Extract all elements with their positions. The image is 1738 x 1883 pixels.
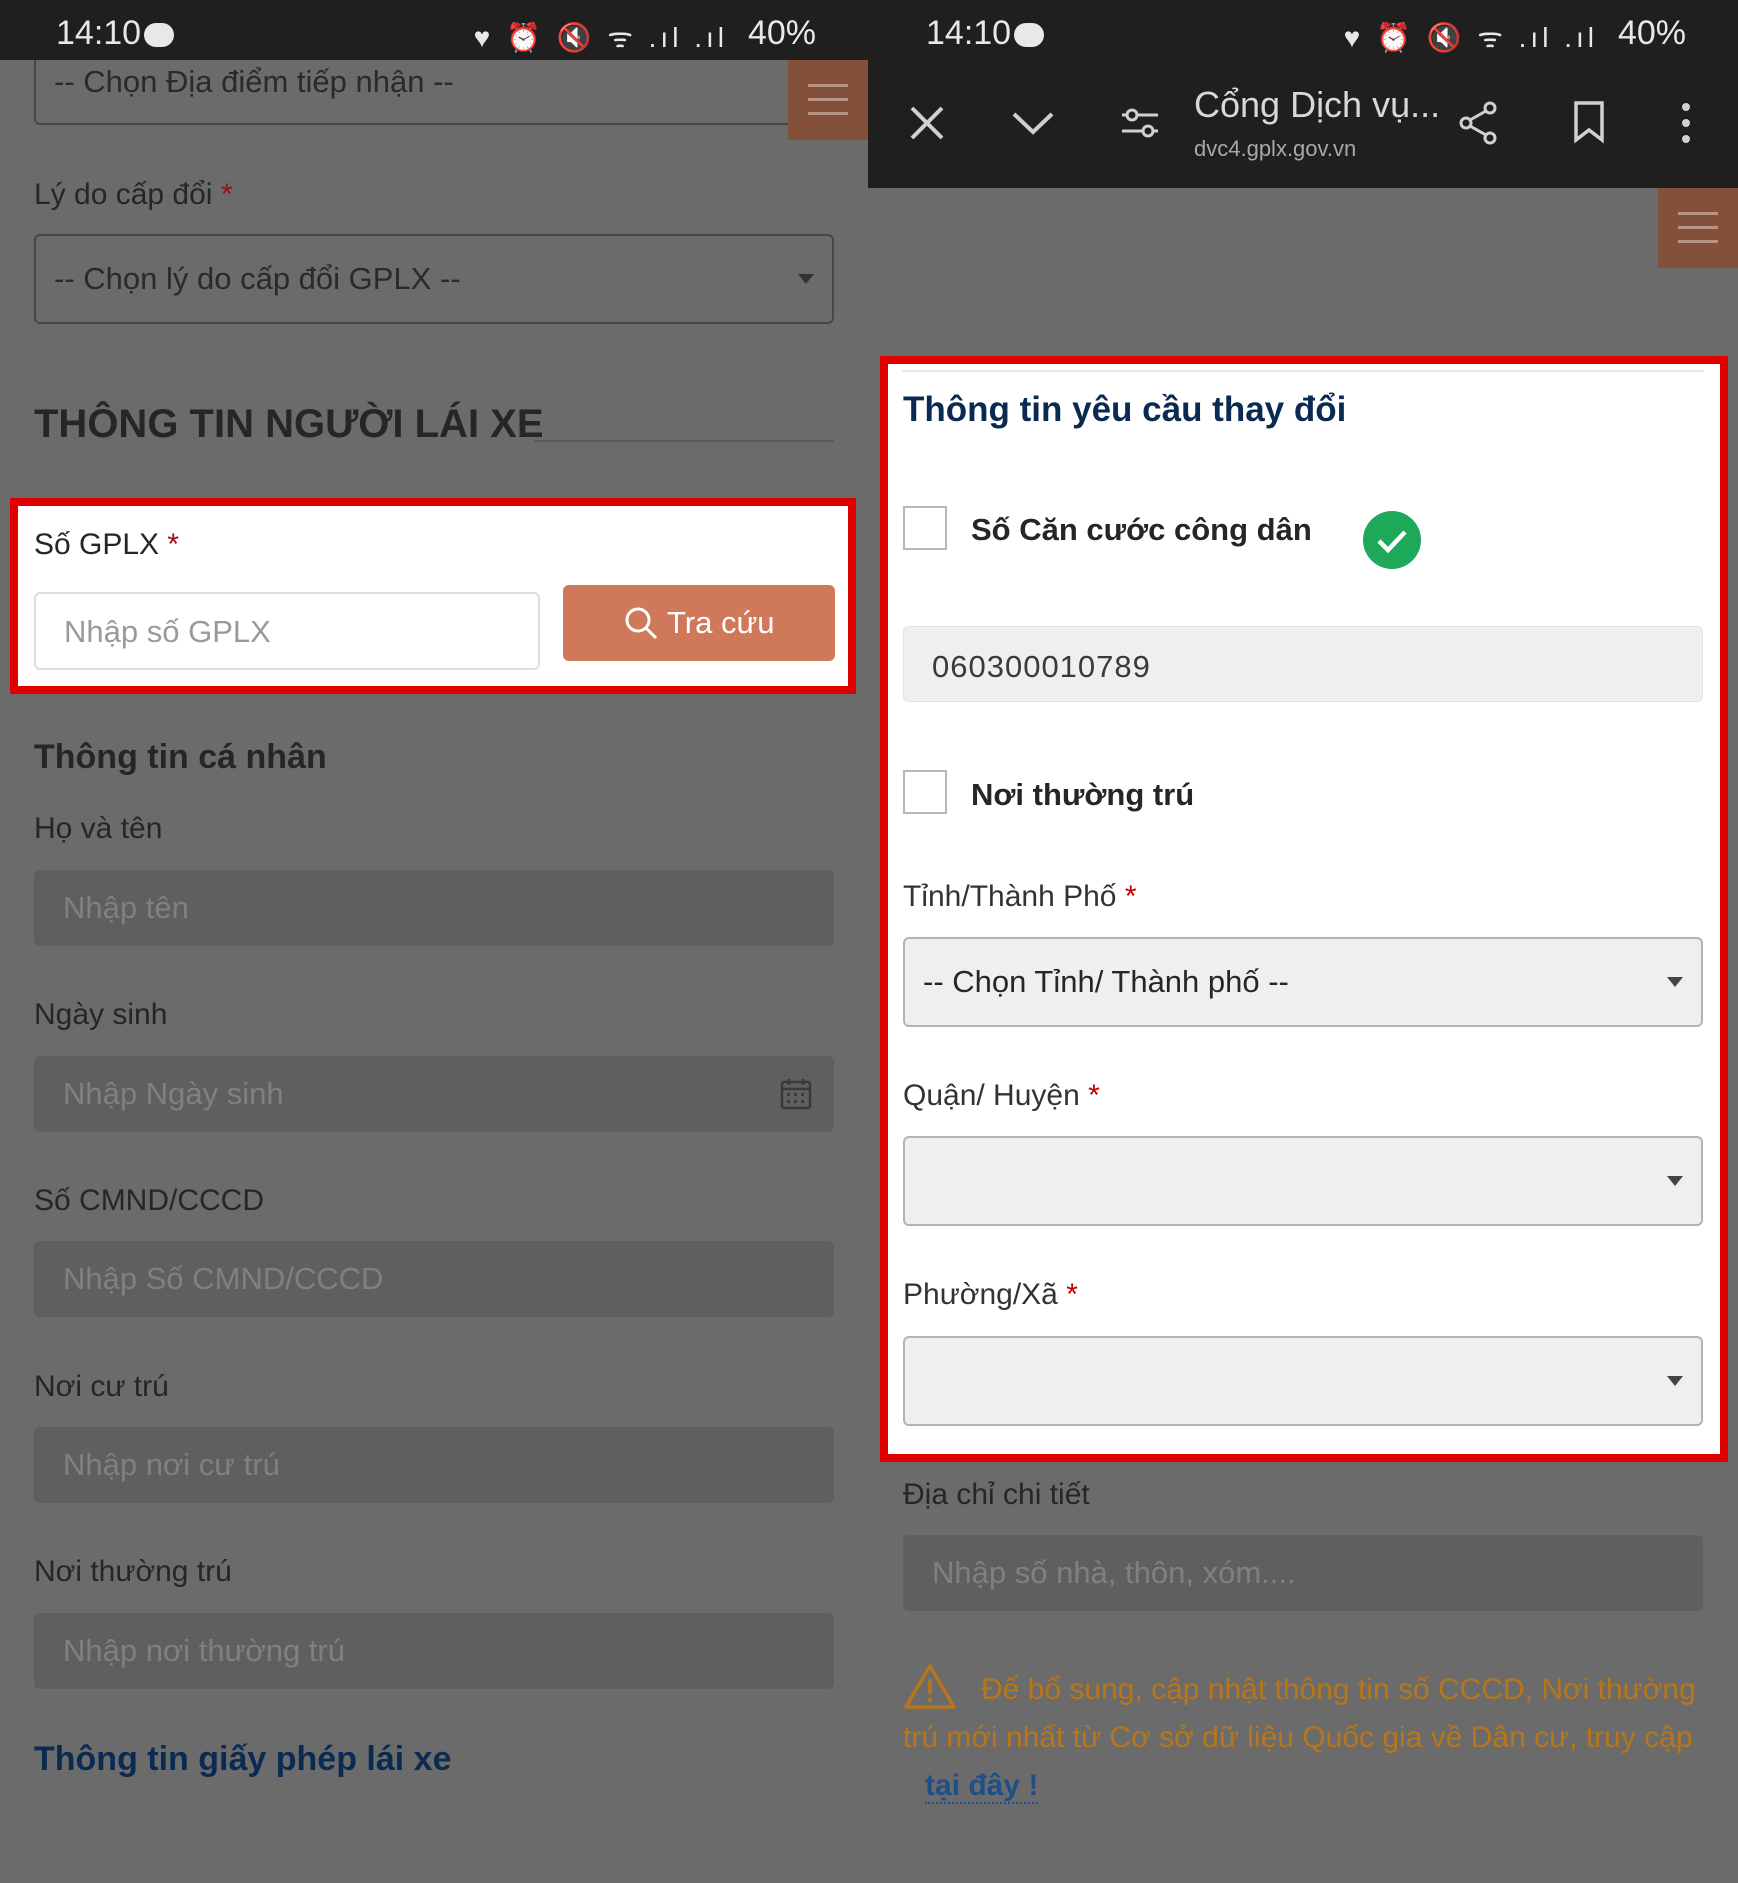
cccd-label: Số Căn cước công dân [971, 512, 1312, 547]
ward-select[interactable] [903, 1336, 1703, 1426]
district-label-text: Quận/ Huyện [903, 1079, 1080, 1112]
message-icon [1014, 23, 1044, 47]
permanent-residence-option-label: Nơi thường trú [971, 777, 1195, 812]
fullname-label: Họ và tên [34, 812, 163, 845]
reason-label: Lý do cấp đổi * [34, 178, 233, 212]
right-screen: Cổng Dịch vụ... dvc4.gplx.gov.vn 14:10 ♥… [868, 0, 1738, 1883]
driver-section-title: THÔNG TIN NGƯỜI LÁI XE [34, 402, 544, 446]
required-mark: * [1088, 1079, 1100, 1112]
required-mark: * [167, 528, 180, 561]
birthdate-input[interactable]: Nhập Ngày sinh [34, 1056, 834, 1132]
residence-placeholder: Nhập nơi cư trú [63, 1447, 280, 1482]
calendar-icon[interactable] [779, 1077, 813, 1111]
chevron-down-icon[interactable] [1010, 108, 1056, 138]
battery-level: 40% [747, 14, 816, 52]
message-icon [144, 23, 174, 47]
reason-label-text: Lý do cấp đổi [34, 178, 213, 211]
warning-text: Để bổ sung, cập nhật thông tin số CCCD, … [903, 1673, 1696, 1754]
status-icons: ♥ ⏰ 🔇 ᯤ .ıl .ıl [1343, 22, 1598, 53]
menu-button[interactable] [1658, 188, 1738, 268]
share-icon[interactable] [1456, 100, 1500, 146]
birthdate-label: Ngày sinh [34, 998, 168, 1031]
reason-select[interactable]: -- Chọn lý do cấp đổi GPLX -- [34, 234, 834, 324]
menu-icon-line [1678, 240, 1718, 243]
chevron-down-icon [798, 274, 814, 284]
status-bar: 14:10 ♥ ⏰ 🔇 ᯤ .ıl .ıl 40% [0, 0, 868, 60]
menu-button[interactable] [788, 60, 868, 140]
residence-label: Nơi cư trú [34, 1370, 169, 1403]
menu-icon-line [808, 112, 848, 115]
required-mark: * [1066, 1278, 1078, 1311]
address-input[interactable]: Nhập số nhà, thôn, xóm.... [903, 1535, 1703, 1611]
status-time: 14:10 [926, 14, 1012, 52]
status-icons: ♥ ⏰ 🔇 ᯤ .ıl .ıl [473, 22, 728, 53]
page-url: dvc4.gplx.gov.vn [1194, 136, 1357, 161]
ward-label: Phường/Xã * [903, 1278, 1078, 1312]
menu-icon-line [1678, 226, 1718, 229]
close-icon[interactable] [908, 104, 946, 142]
license-label-text: Số GPLX [34, 528, 160, 561]
bookmark-icon[interactable] [1572, 100, 1606, 144]
left-screen: -- Chọn Địa điểm tiếp nhận -- 14:10 ♥ ⏰ … [0, 0, 868, 1883]
status-bar: 14:10 ♥ ⏰ 🔇 ᯤ .ıl .ıl 40% [868, 0, 1738, 60]
permanent-residence-checkbox[interactable] [903, 770, 947, 814]
personal-info-title: Thông tin cá nhân [34, 738, 327, 776]
here-link[interactable]: tại đây ! [925, 1769, 1039, 1804]
license-label: Số GPLX * [34, 528, 179, 562]
permanent-residence-placeholder: Nhập nơi thường trú [63, 1633, 345, 1668]
id-number-label: Số CMND/CCCD [34, 1184, 265, 1217]
cccd-value-field[interactable]: 060300010789 [903, 626, 1703, 702]
menu-icon [1678, 212, 1718, 215]
permanent-residence-label: Nơi thường trú [34, 1555, 232, 1588]
more-options-icon[interactable] [1680, 102, 1692, 144]
ward-label-text: Phường/Xã [903, 1278, 1058, 1311]
menu-icon-line [808, 98, 848, 101]
address-label: Địa chỉ chi tiết [903, 1478, 1090, 1511]
birthdate-placeholder: Nhập Ngày sinh [63, 1076, 284, 1111]
address-placeholder: Nhập số nhà, thôn, xóm.... [932, 1555, 1296, 1590]
verified-check-icon [1363, 511, 1421, 569]
chevron-down-icon [1667, 1176, 1683, 1186]
permanent-residence-input[interactable]: Nhập nơi thường trú [34, 1613, 834, 1689]
license-input-placeholder: Nhập số GPLX [64, 614, 271, 649]
province-label: Tỉnh/Thành Phố * [903, 880, 1137, 914]
chevron-down-icon [1667, 977, 1683, 987]
lookup-button-label: Tra cứu [667, 605, 775, 640]
province-placeholder: -- Chọn Tỉnh/ Thành phố -- [923, 964, 1289, 999]
site-settings-icon[interactable] [1120, 104, 1160, 142]
battery-level: 40% [1617, 14, 1686, 52]
reason-placeholder: -- Chọn lý do cấp đổi GPLX -- [54, 261, 461, 296]
reception-location-placeholder: -- Chọn Địa điểm tiếp nhận -- [54, 64, 454, 99]
required-mark: * [1124, 880, 1137, 913]
change-request-title: Thông tin yêu cầu thay đổi [903, 390, 1347, 429]
section-divider [534, 440, 834, 442]
id-number-input[interactable]: Nhập Số CMND/CCCD [34, 1241, 834, 1317]
district-select[interactable] [903, 1136, 1703, 1226]
cccd-checkbox[interactable] [903, 506, 947, 550]
required-mark: * [220, 178, 233, 211]
chevron-down-icon [1667, 1376, 1683, 1386]
page-title: Cổng Dịch vụ... [1194, 84, 1441, 125]
warning-message: Để bổ sung, cập nhật thông tin số CCCD, … [903, 1666, 1713, 1810]
menu-icon [808, 84, 848, 87]
id-number-placeholder: Nhập Số CMND/CCCD [63, 1261, 384, 1296]
province-select[interactable]: -- Chọn Tỉnh/ Thành phố -- [903, 937, 1703, 1027]
district-label: Quận/ Huyện * [903, 1079, 1100, 1113]
license-input[interactable]: Nhập số GPLX [34, 592, 540, 670]
residence-input[interactable]: Nhập nơi cư trú [34, 1427, 834, 1503]
fullname-placeholder: Nhập tên [63, 890, 189, 925]
fullname-input[interactable]: Nhập tên [34, 870, 834, 946]
status-time: 14:10 [56, 14, 142, 52]
license-info-title: Thông tin giấy phép lái xe [34, 1740, 452, 1778]
lookup-button[interactable]: Tra cứu [563, 585, 835, 661]
cccd-value: 060300010789 [932, 649, 1151, 684]
province-label-text: Tỉnh/Thành Phố [903, 880, 1117, 913]
search-icon [625, 607, 658, 640]
